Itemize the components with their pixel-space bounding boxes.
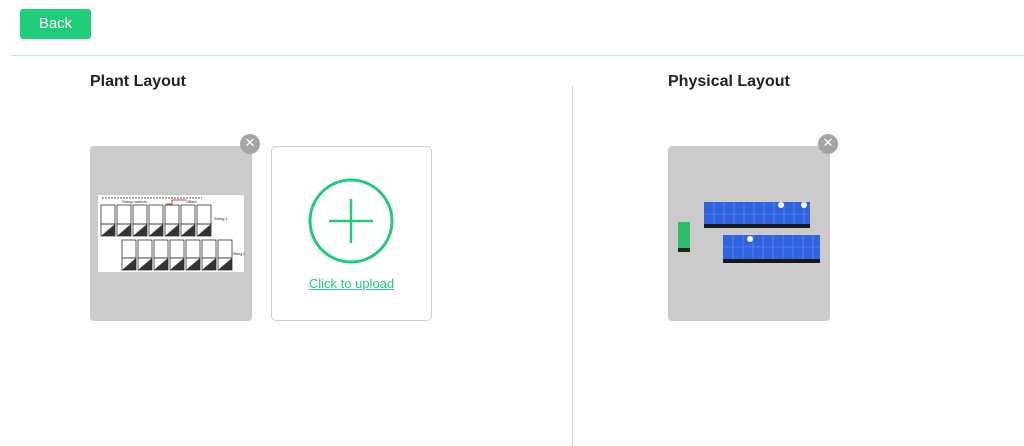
physical-layout-diagram [678, 202, 820, 263]
upload-card[interactable]: Click to upload [271, 146, 432, 321]
page: Back Plant Layout String number Offset S… [0, 0, 1024, 446]
physical-layout-thumbnail[interactable] [668, 146, 830, 321]
thumb-string-1-label: String 1 [214, 216, 229, 221]
close-icon: ✕ [244, 136, 256, 151]
remove-physical-layout-button[interactable]: ✕ [818, 134, 838, 154]
plant-layout-diagram: String number Offset String 1 String 2 [98, 195, 245, 272]
header-divider [11, 55, 1024, 56]
thumb-string-2-label: String 2 [233, 252, 245, 256]
back-button[interactable]: Back [20, 9, 91, 39]
plus-circle-icon [308, 178, 394, 264]
plant-layout-thumbnail[interactable]: String number Offset String 1 String 2 [90, 146, 252, 321]
column-divider [572, 86, 573, 446]
close-icon: ✕ [822, 136, 834, 151]
plant-layout-title: Plant Layout [90, 73, 187, 90]
physical-layout-title: Physical Layout [668, 73, 790, 90]
upload-link[interactable]: Click to upload [272, 276, 431, 291]
thumb-string-label: String number [122, 199, 148, 204]
thumb-offset-label: Offset [186, 199, 197, 204]
remove-plant-layout-button[interactable]: ✕ [240, 134, 260, 154]
